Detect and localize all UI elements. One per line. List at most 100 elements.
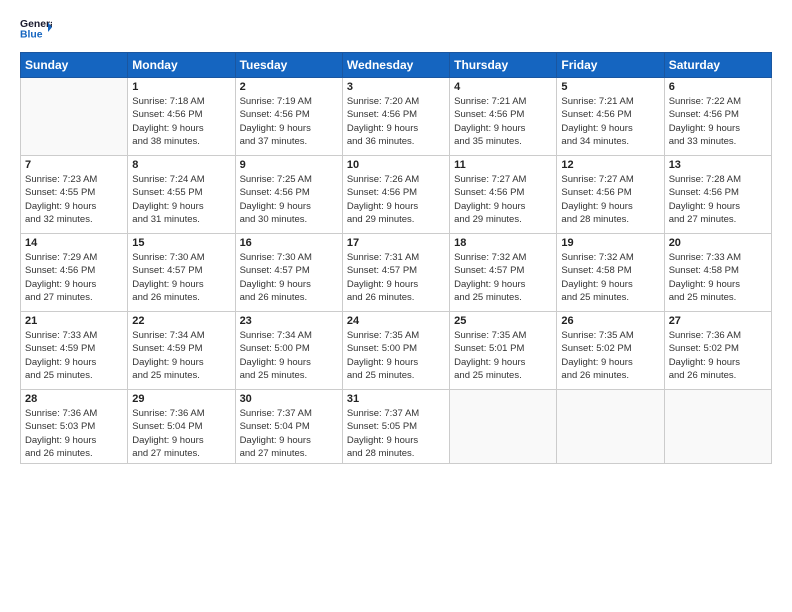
page-container: General Blue SundayMondayTuesdayWednesda… [0, 0, 792, 612]
calendar-table: SundayMondayTuesdayWednesdayThursdayFrid… [20, 52, 772, 464]
calendar-cell: 12 Sunrise: 7:27 AM Sunset: 4:56 PM Dayli… [557, 156, 664, 234]
calendar-cell: 25 Sunrise: 7:35 AM Sunset: 5:01 PM Dayli… [450, 312, 557, 390]
day-info: Sunrise: 7:35 AM Sunset: 5:01 PM Dayligh… [454, 329, 552, 382]
weekday-header-sunday: Sunday [21, 53, 128, 78]
day-number: 12 [561, 159, 659, 171]
day-info: Sunrise: 7:36 AM Sunset: 5:04 PM Dayligh… [132, 407, 230, 460]
logo: General Blue [20, 16, 52, 44]
calendar-cell: 20 Sunrise: 7:33 AM Sunset: 4:58 PM Dayli… [664, 234, 771, 312]
day-number: 7 [25, 159, 123, 171]
day-info: Sunrise: 7:18 AM Sunset: 4:56 PM Dayligh… [132, 95, 230, 148]
day-number: 24 [347, 315, 445, 327]
calendar-cell: 15 Sunrise: 7:30 AM Sunset: 4:57 PM Dayli… [128, 234, 235, 312]
calendar-cell: 10 Sunrise: 7:26 AM Sunset: 4:56 PM Dayli… [342, 156, 449, 234]
day-number: 22 [132, 315, 230, 327]
svg-text:Blue: Blue [20, 30, 43, 41]
day-number: 26 [561, 315, 659, 327]
calendar-cell: 8 Sunrise: 7:24 AM Sunset: 4:55 PM Daylig… [128, 156, 235, 234]
day-number: 18 [454, 237, 552, 249]
calendar-week-5: 28 Sunrise: 7:36 AM Sunset: 5:03 PM Dayli… [21, 390, 772, 464]
day-info: Sunrise: 7:33 AM Sunset: 4:59 PM Dayligh… [25, 329, 123, 382]
day-number: 28 [25, 393, 123, 405]
weekday-header-wednesday: Wednesday [342, 53, 449, 78]
day-number: 20 [669, 237, 767, 249]
calendar-cell [21, 78, 128, 156]
day-info: Sunrise: 7:33 AM Sunset: 4:58 PM Dayligh… [669, 251, 767, 304]
day-info: Sunrise: 7:34 AM Sunset: 5:00 PM Dayligh… [240, 329, 338, 382]
day-number: 5 [561, 81, 659, 93]
day-number: 25 [454, 315, 552, 327]
day-info: Sunrise: 7:22 AM Sunset: 4:56 PM Dayligh… [669, 95, 767, 148]
day-info: Sunrise: 7:25 AM Sunset: 4:56 PM Dayligh… [240, 173, 338, 226]
day-info: Sunrise: 7:30 AM Sunset: 4:57 PM Dayligh… [132, 251, 230, 304]
calendar-cell: 4 Sunrise: 7:21 AM Sunset: 4:56 PM Daylig… [450, 78, 557, 156]
calendar-cell: 14Sunrise: 7:29 AM Sunset: 4:56 PM Dayli… [21, 234, 128, 312]
day-number: 6 [669, 81, 767, 93]
day-number: 31 [347, 393, 445, 405]
day-number: 2 [240, 81, 338, 93]
calendar-cell: 29 Sunrise: 7:36 AM Sunset: 5:04 PM Dayli… [128, 390, 235, 464]
day-number: 10 [347, 159, 445, 171]
day-number: 4 [454, 81, 552, 93]
calendar-cell: 19 Sunrise: 7:32 AM Sunset: 4:58 PM Dayli… [557, 234, 664, 312]
weekday-header-monday: Monday [128, 53, 235, 78]
page-header: General Blue [20, 16, 772, 44]
weekday-header-friday: Friday [557, 53, 664, 78]
day-info: Sunrise: 7:34 AM Sunset: 4:59 PM Dayligh… [132, 329, 230, 382]
day-info: Sunrise: 7:30 AM Sunset: 4:57 PM Dayligh… [240, 251, 338, 304]
day-number: 1 [132, 81, 230, 93]
weekday-header-row: SundayMondayTuesdayWednesdayThursdayFrid… [21, 53, 772, 78]
day-number: 21 [25, 315, 123, 327]
calendar-cell: 1 Sunrise: 7:18 AM Sunset: 4:56 PM Daylig… [128, 78, 235, 156]
calendar-cell: 24 Sunrise: 7:35 AM Sunset: 5:00 PM Dayli… [342, 312, 449, 390]
day-number: 15 [132, 237, 230, 249]
calendar-week-4: 21 Sunrise: 7:33 AM Sunset: 4:59 PM Dayli… [21, 312, 772, 390]
day-info: Sunrise: 7:36 AM Sunset: 5:03 PM Dayligh… [25, 407, 123, 460]
day-info: Sunrise: 7:35 AM Sunset: 5:02 PM Dayligh… [561, 329, 659, 382]
day-info: Sunrise: 7:27 AM Sunset: 4:56 PM Dayligh… [561, 173, 659, 226]
day-info: Sunrise: 7:35 AM Sunset: 5:00 PM Dayligh… [347, 329, 445, 382]
calendar-cell: 2Sunrise: 7:19 AM Sunset: 4:56 PM Daylig… [235, 78, 342, 156]
weekday-header-thursday: Thursday [450, 53, 557, 78]
calendar-cell: 17 Sunrise: 7:31 AM Sunset: 4:57 PM Dayli… [342, 234, 449, 312]
weekday-header-saturday: Saturday [664, 53, 771, 78]
day-info: Sunrise: 7:26 AM Sunset: 4:56 PM Dayligh… [347, 173, 445, 226]
calendar-cell: 21 Sunrise: 7:33 AM Sunset: 4:59 PM Dayli… [21, 312, 128, 390]
day-number: 17 [347, 237, 445, 249]
calendar-cell: 7 Sunrise: 7:23 AM Sunset: 4:55 PM Daylig… [21, 156, 128, 234]
calendar-week-1: 1 Sunrise: 7:18 AM Sunset: 4:56 PM Daylig… [21, 78, 772, 156]
day-info: Sunrise: 7:32 AM Sunset: 4:57 PM Dayligh… [454, 251, 552, 304]
day-number: 29 [132, 393, 230, 405]
calendar-cell [664, 390, 771, 464]
calendar-week-2: 7 Sunrise: 7:23 AM Sunset: 4:55 PM Daylig… [21, 156, 772, 234]
logo-icon: General Blue [20, 16, 52, 44]
day-info: Sunrise: 7:32 AM Sunset: 4:58 PM Dayligh… [561, 251, 659, 304]
day-info: Sunrise: 7:36 AM Sunset: 5:02 PM Dayligh… [669, 329, 767, 382]
day-info: Sunrise: 7:24 AM Sunset: 4:55 PM Dayligh… [132, 173, 230, 226]
day-number: 3 [347, 81, 445, 93]
day-number: 30 [240, 393, 338, 405]
calendar-cell: 5Sunrise: 7:21 AM Sunset: 4:56 PM Daylig… [557, 78, 664, 156]
calendar-cell: 6 Sunrise: 7:22 AM Sunset: 4:56 PM Daylig… [664, 78, 771, 156]
day-number: 19 [561, 237, 659, 249]
day-info: Sunrise: 7:31 AM Sunset: 4:57 PM Dayligh… [347, 251, 445, 304]
calendar-cell: 11 Sunrise: 7:27 AM Sunset: 4:56 PM Dayli… [450, 156, 557, 234]
calendar-cell: 26 Sunrise: 7:35 AM Sunset: 5:02 PM Dayli… [557, 312, 664, 390]
calendar-cell: 27Sunrise: 7:36 AM Sunset: 5:02 PM Dayli… [664, 312, 771, 390]
day-number: 13 [669, 159, 767, 171]
day-info: Sunrise: 7:27 AM Sunset: 4:56 PM Dayligh… [454, 173, 552, 226]
day-number: 8 [132, 159, 230, 171]
calendar-cell: 3Sunrise: 7:20 AM Sunset: 4:56 PM Daylig… [342, 78, 449, 156]
calendar-cell: 28 Sunrise: 7:36 AM Sunset: 5:03 PM Dayli… [21, 390, 128, 464]
day-info: Sunrise: 7:21 AM Sunset: 4:56 PM Dayligh… [454, 95, 552, 148]
day-number: 14 [25, 237, 123, 249]
calendar-cell: 30 Sunrise: 7:37 AM Sunset: 5:04 PM Dayli… [235, 390, 342, 464]
day-info: Sunrise: 7:23 AM Sunset: 4:55 PM Dayligh… [25, 173, 123, 226]
day-number: 23 [240, 315, 338, 327]
calendar-cell: 9Sunrise: 7:25 AM Sunset: 4:56 PM Daylig… [235, 156, 342, 234]
calendar-cell: 23 Sunrise: 7:34 AM Sunset: 5:00 PM Dayli… [235, 312, 342, 390]
weekday-header-tuesday: Tuesday [235, 53, 342, 78]
day-info: Sunrise: 7:37 AM Sunset: 5:05 PM Dayligh… [347, 407, 445, 460]
day-info: Sunrise: 7:37 AM Sunset: 5:04 PM Dayligh… [240, 407, 338, 460]
day-number: 11 [454, 159, 552, 171]
